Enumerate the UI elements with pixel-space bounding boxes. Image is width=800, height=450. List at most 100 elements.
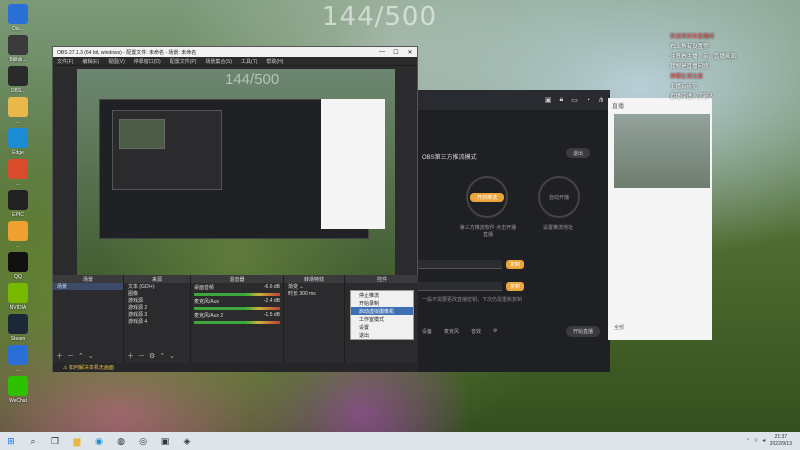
explorer-icon[interactable]: ▆	[69, 434, 85, 448]
obs-menu-item[interactable]: 工具(T)	[241, 58, 257, 65]
danmaku-message: 右上角有设置等	[670, 44, 709, 50]
steam-icon	[8, 314, 28, 334]
sources-header: 来源	[124, 275, 190, 283]
obs-menu-item[interactable]: 视图(V)	[108, 58, 125, 65]
danmaku-message: 欢迎来到本直播间	[670, 34, 715, 40]
start-stream-pill[interactable]: 开启推流	[470, 193, 504, 202]
task-view-icon[interactable]: ❐	[47, 434, 63, 448]
app-icon[interactable]: ▣	[157, 434, 173, 448]
source-item[interactable]: 游戏源 2	[124, 304, 190, 311]
obs-menu-item[interactable]: 场景集合(S)	[205, 58, 232, 65]
stream-counter-overlay: 144/500	[322, 2, 438, 32]
app-icon[interactable]: ◈	[179, 434, 195, 448]
gift-icon[interactable]: ▣	[545, 96, 552, 104]
desktop-icon[interactable]: Dis...	[3, 4, 33, 32]
obs-info-bar[interactable]: ⚠ 如何解决本机无画面	[53, 363, 419, 372]
copy-url-button[interactable]: 复制	[506, 260, 524, 269]
stream-key-input[interactable]	[418, 282, 502, 291]
desktop-icon[interactable]: QQ	[3, 252, 33, 280]
context-menu-item[interactable]: 工作室模式	[351, 315, 413, 323]
context-menu-item[interactable]: 停止推流	[351, 291, 413, 299]
edge-icon	[8, 128, 28, 148]
mic-button[interactable]: 麦克风	[444, 328, 459, 335]
desktop-icon[interactable]: ...	[3, 345, 33, 373]
windows-start-icon[interactable]: ⊞	[3, 434, 19, 448]
desktop-icon[interactable]: WeChat	[3, 376, 33, 404]
desktop-icon[interactable]: ...	[3, 159, 33, 187]
desktop-icon-label: WeChat	[9, 398, 27, 404]
chevron-up-icon[interactable]: ⌃	[746, 438, 750, 444]
desktop-icon[interactable]: Steam	[3, 314, 33, 342]
context-menu-item[interactable]: 启动虚拟摄像机	[351, 307, 413, 315]
clock[interactable]: 21:37 2022/9/13	[770, 434, 792, 448]
stream-url-input[interactable]	[418, 260, 502, 269]
edge-icon[interactable]: ◉	[91, 434, 107, 448]
obs-title: OBS 27.1.3 (64 bit, windows) - 配置文件: 未命名…	[57, 49, 197, 56]
obs-menu-item[interactable]: 配置文件(P)	[170, 58, 197, 65]
exit-mode-button[interactable]: 退出	[566, 148, 590, 158]
desktop-icon[interactable]: OBS...	[3, 66, 33, 94]
minimize-icon[interactable]: —	[375, 49, 389, 56]
volume-meter[interactable]	[194, 293, 280, 296]
copy-key-button[interactable]: 复制	[506, 282, 524, 291]
sources-dock: 来源 文本 (GDI+) 图像 游戏源 游戏源 2 游戏源 3 游戏源 4 ＋－⚙⌃⌄	[124, 275, 190, 363]
volume-meter[interactable]	[194, 307, 280, 310]
source-item[interactable]: 图像	[124, 290, 190, 297]
desktop-icon[interactable]: ...	[3, 221, 33, 249]
maximize-icon[interactable]: ☐	[389, 49, 403, 56]
mixer-track-db: -2.4 dB	[263, 298, 280, 304]
bell-icon[interactable]: ◔	[586, 97, 590, 104]
transition-select[interactable]: 渐变 ⌄	[284, 283, 344, 291]
obs-titlebar[interactable]: OBS 27.1.3 (64 bit, windows) - 配置文件: 未命名…	[53, 47, 417, 57]
sound-button[interactable]: 音效	[471, 328, 481, 335]
chat-section: 全部	[614, 325, 625, 331]
search-icon[interactable]: ⌕	[25, 434, 41, 448]
wechat-icon	[8, 376, 28, 396]
context-menu-item[interactable]: 开始录制	[351, 299, 413, 307]
desktop-icon-label: Edge	[12, 150, 24, 156]
auto-live-pill[interactable]: 自动开播	[542, 193, 576, 202]
obs-menu-item[interactable]: 帮助(H)	[266, 58, 283, 65]
settings-icon[interactable]: ⚙	[493, 328, 497, 334]
context-menu-item[interactable]: 退出	[351, 331, 413, 339]
source-item[interactable]: 游戏源	[124, 297, 190, 304]
obs-menubar: 文件(F) 编辑(E) 视图(V) 停靠窗口(D) 配置文件(P) 场景集合(S) 工具(T…	[53, 57, 417, 66]
scenes-dock: 场景 场景 ＋－⌃⌄	[53, 275, 123, 363]
obs-menu-item[interactable]: 编辑(E)	[82, 58, 99, 65]
desktop-icon[interactable]: ...	[3, 97, 33, 125]
network-icon[interactable]: ⌔	[754, 438, 759, 444]
start-live-button[interactable]: 开始直播	[566, 325, 600, 337]
obs-taskbar-icon[interactable]: ◎	[135, 434, 151, 448]
screen-icon[interactable]: ▭	[571, 96, 578, 104]
taskbar: ⊞ ⌕ ❐ ▆ ◉ ◍ ◎ ▣ ◈ ⌃ ⌔ 🔊︎ 21:37 2022/9/13	[0, 432, 800, 450]
context-menu-item[interactable]: 设置	[351, 323, 413, 331]
source-item[interactable]: 文本 (GDI+)	[124, 283, 190, 290]
share-icon[interactable]: ⋔	[598, 96, 604, 104]
device-button[interactable]: 设备	[422, 328, 432, 335]
obs-menu-item[interactable]: 停靠窗口(D)	[134, 58, 161, 65]
volume-icon[interactable]: 🔊︎	[763, 438, 766, 444]
sources-tools[interactable]: ＋－⚙⌃⌄	[127, 351, 179, 361]
source-item[interactable]: 游戏源 4	[124, 318, 190, 325]
desktop-icon[interactable]: Edge	[3, 128, 33, 156]
desktop-icon-label: QQ	[14, 274, 22, 280]
mixer-header: 混音器	[191, 275, 283, 283]
danmaku-message: 我想是直播问题	[670, 64, 709, 70]
desktop-icon[interactable]: EPIC	[3, 190, 33, 218]
volume-meter[interactable]	[194, 321, 280, 324]
desktop-icon-label: ...	[15, 181, 21, 187]
steam-icon[interactable]: ◍	[113, 434, 129, 448]
source-item[interactable]: 游戏源 3	[124, 311, 190, 318]
obs-menu-item[interactable]: 文件(F)	[57, 58, 73, 65]
close-icon[interactable]: ✕	[403, 49, 417, 56]
obs-preview[interactable]: 144/500	[77, 69, 395, 297]
scenes-tools[interactable]: ＋－⌃⌄	[56, 351, 98, 361]
desktop-icon[interactable]: NVIDIA	[3, 283, 33, 311]
desktop-icon[interactable]: Bilibili...	[3, 35, 33, 63]
scene-item[interactable]: 场景	[53, 283, 123, 290]
mixer-track-name: 桌面音频	[194, 285, 215, 291]
duration-input[interactable]: 300 ms	[299, 291, 315, 297]
obs-mode-title: OBS第三方推流模式	[422, 155, 477, 161]
nested-obs-capture	[112, 110, 222, 190]
lock-icon[interactable]: 🔒︎	[560, 96, 564, 104]
